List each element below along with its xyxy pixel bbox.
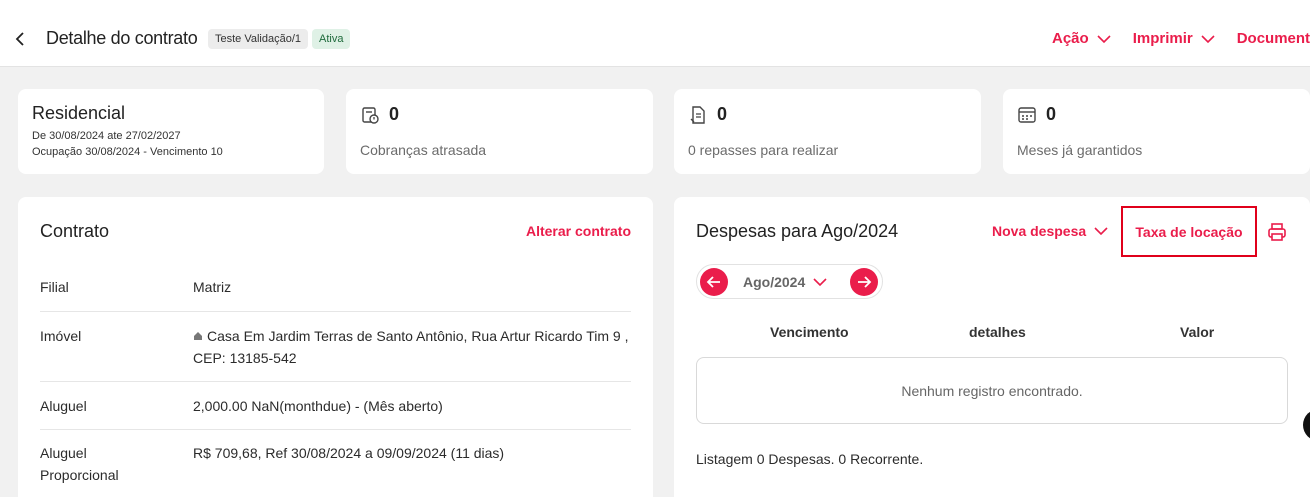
column-header-value: Valor: [1180, 324, 1215, 340]
contract-row-rent: Aluguel 2,000.00 NaN(monthdue) - (Mês ab…: [40, 381, 631, 429]
contract-row-property: Imóvel Casa Em Jardim Terras de Santo An…: [40, 311, 631, 381]
previous-month-button[interactable]: [700, 268, 728, 296]
property-address: Casa Em Jardim Terras de Santo Antônio, …: [193, 328, 629, 366]
contract-ref-badge: Teste Validação/1: [208, 29, 309, 49]
status-badge: Ativa: [312, 29, 351, 49]
edit-contract-link[interactable]: Alterar contrato: [526, 223, 631, 239]
back-arrow-icon[interactable]: [12, 28, 30, 50]
month-selector: Ago/2024: [696, 264, 883, 299]
contract-period: De 30/08/2024 ate 27/02/2027: [32, 130, 181, 142]
contract-row-proportional-rent: Aluguel Proporcional R$ 709,68, Ref 30/0…: [40, 429, 631, 497]
stat-card-overdue: 0 Cobranças atrasada: [346, 89, 653, 174]
new-expense-button[interactable]: Nova despesa: [992, 223, 1108, 239]
action-menu-button[interactable]: Ação: [1052, 30, 1111, 47]
chevron-down-icon: [1201, 34, 1215, 43]
row-key: Aluguel: [40, 398, 87, 414]
stat-card-transfers: 0 0 repasses para realizar: [674, 89, 981, 174]
contract-panel: Contrato Alterar contrato Filial Matriz …: [18, 197, 653, 497]
arrow-right-icon: [858, 276, 872, 288]
print-menu-label: Imprimir: [1132, 30, 1193, 47]
empty-state: Nenhum registro encontrado.: [696, 357, 1288, 424]
row-value: 2,000.00 NaN(monthdue) - (Mês aberto): [193, 398, 443, 414]
top-actions: Ação Imprimir Documentos: [1052, 30, 1310, 47]
print-menu-button[interactable]: Imprimir: [1133, 30, 1215, 47]
arrow-left-icon: [706, 276, 720, 288]
transfers-count: 0: [717, 104, 728, 124]
overdue-label: Cobranças atrasada: [360, 142, 487, 158]
column-header-due: Vencimento: [770, 324, 849, 340]
transfer-document-icon: [690, 106, 705, 124]
contract-title: Contrato: [40, 221, 110, 241]
overdue-count: 0: [389, 104, 400, 124]
month-dropdown[interactable]: Ago/2024: [743, 274, 827, 290]
overdue-invoice-icon: [362, 107, 379, 124]
current-month: Ago/2024: [743, 274, 806, 290]
chevron-down-icon: [1094, 227, 1108, 236]
printer-icon[interactable]: [1266, 221, 1288, 243]
action-menu-label: Ação: [1052, 30, 1089, 47]
occupation-info: Ocupação 30/08/2024 - Vencimento 10: [32, 146, 223, 158]
row-key: Filial: [40, 279, 69, 295]
row-key: Aluguel Proporcional: [40, 445, 119, 483]
stat-card-guaranteed: 0 Meses já garantidos: [1003, 89, 1310, 174]
row-value: R$ 709,68, Ref 30/08/2024 a 09/09/2024 (…: [193, 445, 505, 461]
expenses-panel: Despesas para Ago/2024 Nova despesa Taxa…: [674, 197, 1310, 497]
expenses-listing-summary: Listagem 0 Despesas. 0 Recorrente.: [696, 451, 924, 467]
row-value: Casa Em Jardim Terras de Santo Antônio, …: [193, 325, 633, 369]
column-header-details: detalhes: [969, 324, 1026, 340]
chevron-down-icon: [813, 278, 827, 287]
contract-row-branch: Filial Matriz: [40, 263, 631, 311]
top-bar: Detalhe do contrato Teste Validação/1 At…: [0, 0, 1310, 67]
contract-summary-card: Residencial De 30/08/2024 ate 27/02/2027…: [18, 89, 324, 174]
guaranteed-count: 0: [1046, 104, 1057, 124]
transfers-label: 0 repasses para realizar: [688, 142, 839, 158]
page-title: Detalhe do contrato: [46, 28, 198, 48]
new-expense-label: Nova despesa: [992, 223, 1087, 239]
documents-menu-label: Documentos: [1236, 30, 1310, 47]
next-month-button[interactable]: [850, 268, 878, 296]
calendar-icon: [1018, 107, 1036, 123]
home-icon: [194, 332, 202, 340]
row-key: Imóvel: [40, 328, 82, 344]
chevron-down-icon: [1097, 34, 1111, 43]
rental-fee-button[interactable]: Taxa de locação: [1121, 206, 1257, 257]
row-value: Matriz: [193, 279, 232, 295]
property-type: Residencial: [32, 103, 126, 123]
documents-menu-button[interactable]: Documentos: [1237, 30, 1310, 47]
guaranteed-label: Meses já garantidos: [1017, 142, 1143, 158]
expenses-title: Despesas para Ago/2024: [696, 221, 899, 241]
